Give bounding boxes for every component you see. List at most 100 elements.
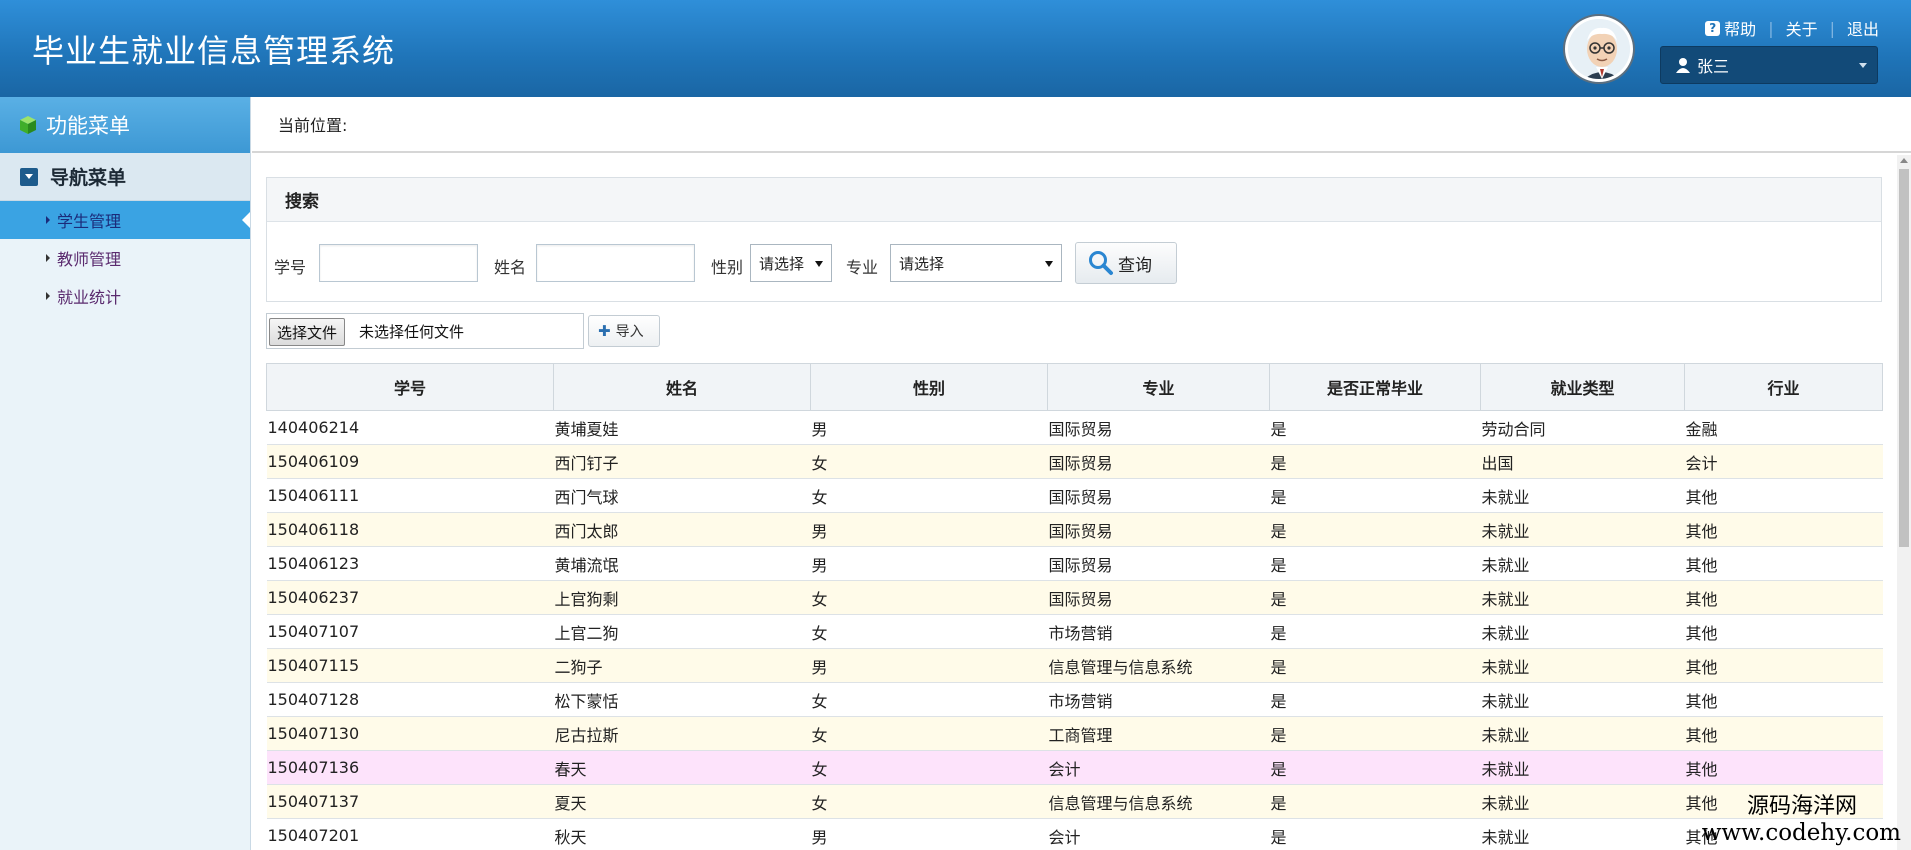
link-divider: | (1768, 18, 1774, 38)
cell-employment-type: 未就业 (1480, 648, 1685, 683)
cell-name: 上官狗剩 (553, 580, 811, 615)
student-id-input[interactable] (319, 244, 478, 282)
import-button[interactable]: ✚ 导入 (588, 315, 660, 347)
caret-right-icon (46, 254, 50, 262)
cell-graduated: 是 (1269, 410, 1481, 445)
cell-major: 工商管理 (1047, 716, 1270, 751)
table-row[interactable]: 150407137 夏天女信息管理与信息系统是未就业 其他 (266, 784, 1883, 819)
user-icon (1676, 58, 1690, 73)
table-row[interactable]: 140406214 黄埔夏娃男国际贸易是劳动合同 金融 (266, 410, 1883, 445)
cell-gender: 男 (810, 512, 1048, 547)
table-row[interactable]: 150407201 秋天男会计是未就业 其他 (266, 818, 1883, 850)
file-status: 未选择任何文件 (359, 323, 465, 341)
query-button[interactable]: 查询 (1075, 242, 1177, 284)
cell-graduated: 是 (1269, 682, 1481, 717)
avatar-image (1568, 19, 1630, 79)
user-avatar[interactable] (1565, 16, 1633, 82)
cell-student-id: 150406118 (266, 512, 554, 547)
cell-graduated: 是 (1269, 444, 1481, 479)
cell-employment-type: 未就业 (1480, 716, 1685, 751)
scrollbar-thumb[interactable] (1899, 169, 1909, 547)
cell-name: 西门气球 (553, 478, 811, 513)
caret-right-icon (46, 216, 50, 224)
table-row[interactable]: 150407128 松下蒙恬女市场营销是未就业 其他 (266, 682, 1883, 717)
name-input[interactable] (536, 244, 695, 282)
vertical-scrollbar[interactable] (1897, 155, 1911, 850)
table-row[interactable]: 150407115 二狗子男信息管理与信息系统是未就业 其他 (266, 648, 1883, 683)
scroll-up-icon[interactable] (1900, 158, 1908, 163)
sidebar-item-label: 学生管理 (57, 212, 122, 231)
table-row[interactable]: 150406111 西门气球女国际贸易是未就业 其他 (266, 478, 1883, 513)
cell-major: 国际贸易 (1047, 512, 1270, 547)
logout-link[interactable]: 退出 (1847, 16, 1879, 40)
cell-gender: 女 (810, 478, 1048, 513)
user-dropdown[interactable]: 张三 (1660, 46, 1878, 84)
search-form: 学号 姓名 性别 请选择 专业 请选择 查询 (267, 242, 1881, 284)
cell-industry: 其他 (1684, 512, 1883, 547)
cell-major: 国际贸易 (1047, 580, 1270, 615)
file-input[interactable]: 选择文件 未选择任何文件 (266, 313, 584, 349)
column-header-major[interactable]: 专业 (1047, 363, 1270, 411)
nav-menu-toggle[interactable]: 导航菜单 (0, 153, 250, 201)
cell-employment-type: 劳动合同 (1480, 410, 1685, 445)
help-link[interactable]: 帮助 (1724, 16, 1756, 40)
cell-gender: 女 (810, 682, 1048, 717)
cell-student-id: 150407128 (266, 682, 554, 717)
help-icon: ? (1705, 20, 1721, 36)
sidebar-item-teacher-management[interactable]: 教师管理 (0, 239, 250, 277)
table-row[interactable]: 150407107 上官二狗女市场营销是未就业 其他 (266, 614, 1883, 649)
table-row[interactable]: 150407136 春天女会计是未就业 其他 (266, 750, 1883, 785)
table-row[interactable]: 150406118 西门太郎男国际贸易是未就业 其他 (266, 512, 1883, 547)
table-row[interactable]: 150406123 黄埔流氓男国际贸易是未就业 其他 (266, 546, 1883, 581)
cell-name: 西门钉子 (553, 444, 811, 479)
gender-select[interactable]: 请选择 (750, 244, 832, 282)
watermark-line-1: 源码海洋网 (1746, 794, 1857, 819)
nav-menu-title: 导航菜单 (50, 167, 127, 189)
cell-gender: 女 (810, 614, 1048, 649)
cell-student-id: 150407136 (266, 750, 554, 785)
sidebar-item-employment-stats[interactable]: 就业统计 (0, 277, 250, 315)
cell-industry: 金融 (1684, 410, 1883, 445)
column-header-employment-type[interactable]: 就业类型 (1480, 363, 1685, 411)
caret-right-icon (46, 292, 50, 300)
cell-name: 尼古拉斯 (553, 716, 811, 751)
cell-graduated: 是 (1269, 648, 1481, 683)
table-row[interactable]: 150406109 西门钉子女国际贸易是出国 会计 (266, 444, 1883, 479)
major-select[interactable]: 请选择 (890, 244, 1062, 282)
cell-name: 松下蒙恬 (553, 682, 811, 717)
chevron-down-icon (1859, 63, 1867, 68)
table-row[interactable]: 150407130 尼古拉斯女工商管理是未就业 其他 (266, 716, 1883, 751)
column-header-name[interactable]: 姓名 (553, 363, 811, 411)
choose-file-button[interactable]: 选择文件 (269, 318, 346, 346)
cell-major: 市场营销 (1047, 682, 1270, 717)
sidebar-item-student-management[interactable]: 学生管理 (0, 201, 250, 239)
cell-employment-type: 未就业 (1480, 546, 1685, 581)
link-divider: | (1829, 18, 1835, 38)
cell-major: 信息管理与信息系统 (1047, 784, 1270, 819)
table-row[interactable]: 150406237 上官狗剩女国际贸易是未就业 其他 (266, 580, 1883, 615)
app-title: 毕业生就业信息管理系统 (32, 32, 396, 70)
cell-gender: 女 (810, 716, 1048, 751)
top-links: ? 帮助 | 关于 | 退出 (1705, 16, 1879, 40)
cell-industry: 其他 (1684, 614, 1883, 649)
top-header: 毕业生就业信息管理系统 ? 帮助 | 关于 | 退出 张三 (0, 0, 1911, 97)
search-panel-title: 搜索 (267, 178, 1881, 222)
cell-name: 二狗子 (553, 648, 811, 683)
cube-icon (20, 116, 36, 134)
cell-student-id: 150406109 (266, 444, 554, 479)
cell-employment-type: 未就业 (1480, 580, 1685, 615)
column-header-gender[interactable]: 性别 (810, 363, 1048, 411)
breadcrumb: 当前位置: (252, 97, 1911, 153)
column-header-student-id[interactable]: 学号 (266, 363, 554, 411)
cell-name: 黄埔夏娃 (553, 410, 811, 445)
cell-graduated: 是 (1269, 614, 1481, 649)
query-button-label: 查询 (1118, 255, 1152, 276)
about-link[interactable]: 关于 (1786, 16, 1818, 40)
dropdown-arrow-icon (815, 261, 823, 267)
column-header-graduated[interactable]: 是否正常毕业 (1269, 363, 1481, 411)
column-header-industry[interactable]: 行业 (1684, 363, 1883, 411)
cell-industry: 其他 (1684, 716, 1883, 751)
cell-student-id: 150407137 (266, 784, 554, 819)
student-id-label: 学号 (274, 258, 307, 277)
cell-name: 春天 (553, 750, 811, 785)
